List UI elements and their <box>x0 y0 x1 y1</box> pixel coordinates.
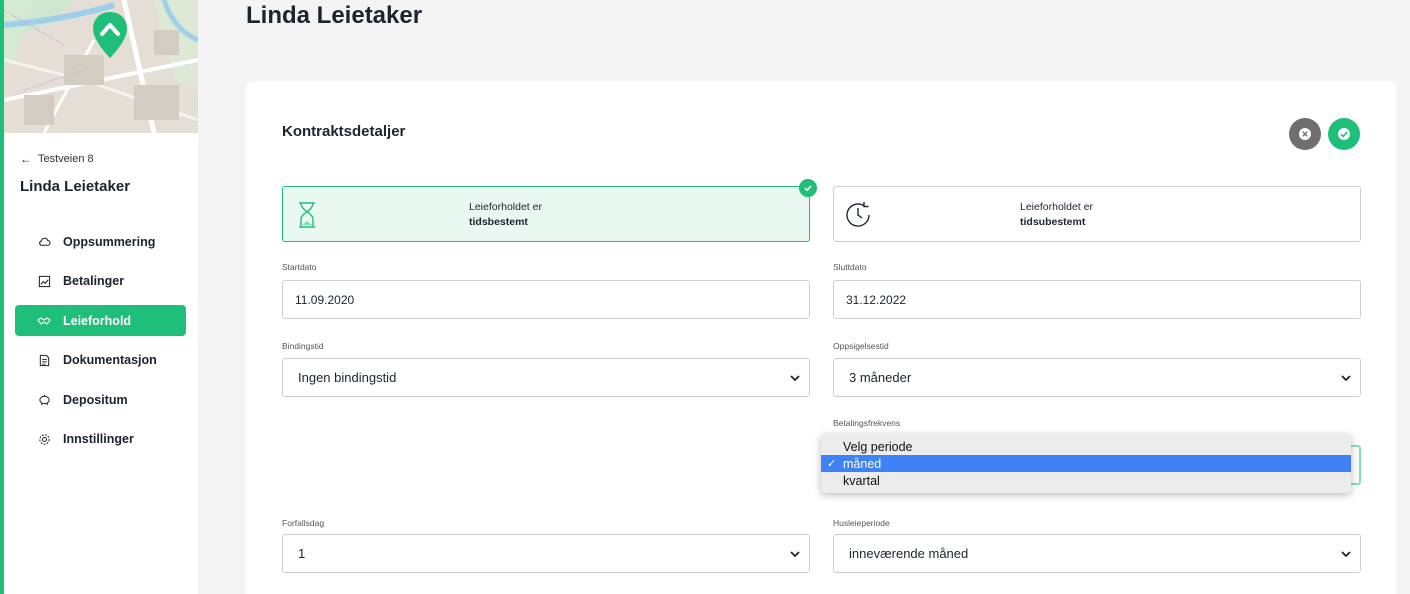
option-line1: Leieforholdet er <box>1020 201 1093 213</box>
dropdown-option-label: kvartal <box>843 473 880 488</box>
sidebar-item-label: Depositum <box>63 392 128 407</box>
due-day-select[interactable]: 1 <box>282 534 810 573</box>
property-map[interactable] <box>4 0 198 133</box>
page-title: Linda Leietaker <box>246 2 423 29</box>
payment-frequency-dropdown: Velg periode ✓ måned kvartal <box>821 434 1351 493</box>
tenant-name: Linda Leietaker <box>20 178 131 195</box>
binding-select[interactable]: Ingen bindingstid <box>282 358 810 397</box>
gear-icon <box>37 432 51 446</box>
close-icon <box>1299 128 1311 140</box>
sidebar-item-label: Innstillinger <box>63 432 134 446</box>
sidebar-item-depositum[interactable]: Depositum <box>15 384 186 415</box>
contract-card: Kontraktsdetaljer Leieforholdet er tidsb… <box>246 81 1396 594</box>
rent-period-select[interactable]: inneværende måned <box>833 534 1361 573</box>
sidebar-item-label: Dokumentasjon <box>63 353 157 367</box>
clock-refresh-icon <box>846 202 870 227</box>
due-day-value: 1 <box>298 546 306 561</box>
binding-label: Bindingstid <box>282 341 324 351</box>
sidebar-item-label: Oppsummering <box>63 234 156 249</box>
end-date-label: Sluttdato <box>833 262 867 272</box>
sidebar: ← Testveien 8 Linda Leietaker Oppsummeri… <box>4 0 198 594</box>
dropdown-option-velg-periode[interactable]: Velg periode <box>821 438 1351 455</box>
binding-value: Ingen bindingstid <box>298 370 397 385</box>
hourglass-icon <box>299 202 315 228</box>
chevron-down-icon <box>790 551 800 558</box>
sidebar-item-oppsummering[interactable]: Oppsummering <box>15 226 186 257</box>
option-text: Leieforholdet er tidsubestemt <box>1020 200 1093 230</box>
section-title: Kontraktsdetaljer <box>282 123 406 140</box>
option-line2: tidsbestemt <box>469 216 528 228</box>
selected-check-icon <box>799 179 817 197</box>
sidebar-nav: Oppsummering Betalinger Leieforhold Doku… <box>15 226 186 463</box>
notice-value: 3 måneder <box>849 370 912 385</box>
cancel-button[interactable] <box>1289 118 1321 150</box>
cloud-icon <box>37 235 51 249</box>
chart-icon <box>37 274 51 288</box>
start-date-label: Startdato <box>282 262 317 272</box>
map-pin-icon <box>93 12 127 58</box>
start-date-input[interactable]: 11.09.2020 <box>282 280 810 319</box>
sidebar-item-innstillinger[interactable]: Innstillinger <box>15 424 186 455</box>
confirm-button[interactable] <box>1328 118 1360 150</box>
sidebar-item-dokumentasjon[interactable]: Dokumentasjon <box>15 345 186 376</box>
sidebar-item-label: Leieforhold <box>63 313 132 328</box>
checkmark-icon: ✓ <box>827 458 837 470</box>
chevron-down-icon <box>1341 551 1351 558</box>
end-date-input[interactable]: 31.12.2022 <box>833 280 1361 319</box>
option-tidsubestemt[interactable]: Leieforholdet er tidsubestemt <box>833 186 1361 242</box>
sidebar-item-label: Betalinger <box>63 274 125 288</box>
rent-period-label: Husleieperiode <box>833 518 890 528</box>
rent-period-value: inneværende måned <box>849 546 969 561</box>
payment-frequency-label: Betalingsfrekvens <box>833 418 901 428</box>
option-text: Leieforholdet er tidsbestemt <box>469 200 542 230</box>
option-line2: tidsubestemt <box>1020 216 1086 228</box>
chevron-down-icon <box>1341 375 1351 382</box>
end-date-value: 31.12.2022 <box>846 292 907 307</box>
due-day-label: Forfallsdag <box>282 518 325 528</box>
back-link[interactable]: ← Testveien 8 <box>20 152 94 166</box>
dropdown-option-kvartal[interactable]: kvartal <box>821 472 1351 489</box>
dropdown-option-maned[interactable]: ✓ måned <box>821 455 1351 472</box>
back-link-label: Testveien 8 <box>38 153 94 165</box>
start-date-value: 11.09.2020 <box>295 292 355 307</box>
sidebar-item-betalinger[interactable]: Betalinger <box>15 266 186 297</box>
arrow-left-icon: ← <box>20 152 32 166</box>
dropdown-option-label: Velg periode <box>843 439 913 454</box>
chevron-down-icon <box>790 375 800 382</box>
dropdown-option-label: måned <box>843 456 882 471</box>
notice-select[interactable]: 3 måneder <box>833 358 1361 397</box>
handshake-icon <box>37 314 51 328</box>
check-icon <box>1338 128 1350 140</box>
piggy-bank-icon <box>37 393 51 407</box>
option-line1: Leieforholdet er <box>469 201 542 213</box>
document-icon <box>37 353 51 367</box>
notice-label: Oppsigelsestid <box>833 341 889 351</box>
sidebar-item-leieforhold[interactable]: Leieforhold <box>15 305 186 336</box>
option-tidsbestemt[interactable]: Leieforholdet er tidsbestemt <box>282 179 817 242</box>
